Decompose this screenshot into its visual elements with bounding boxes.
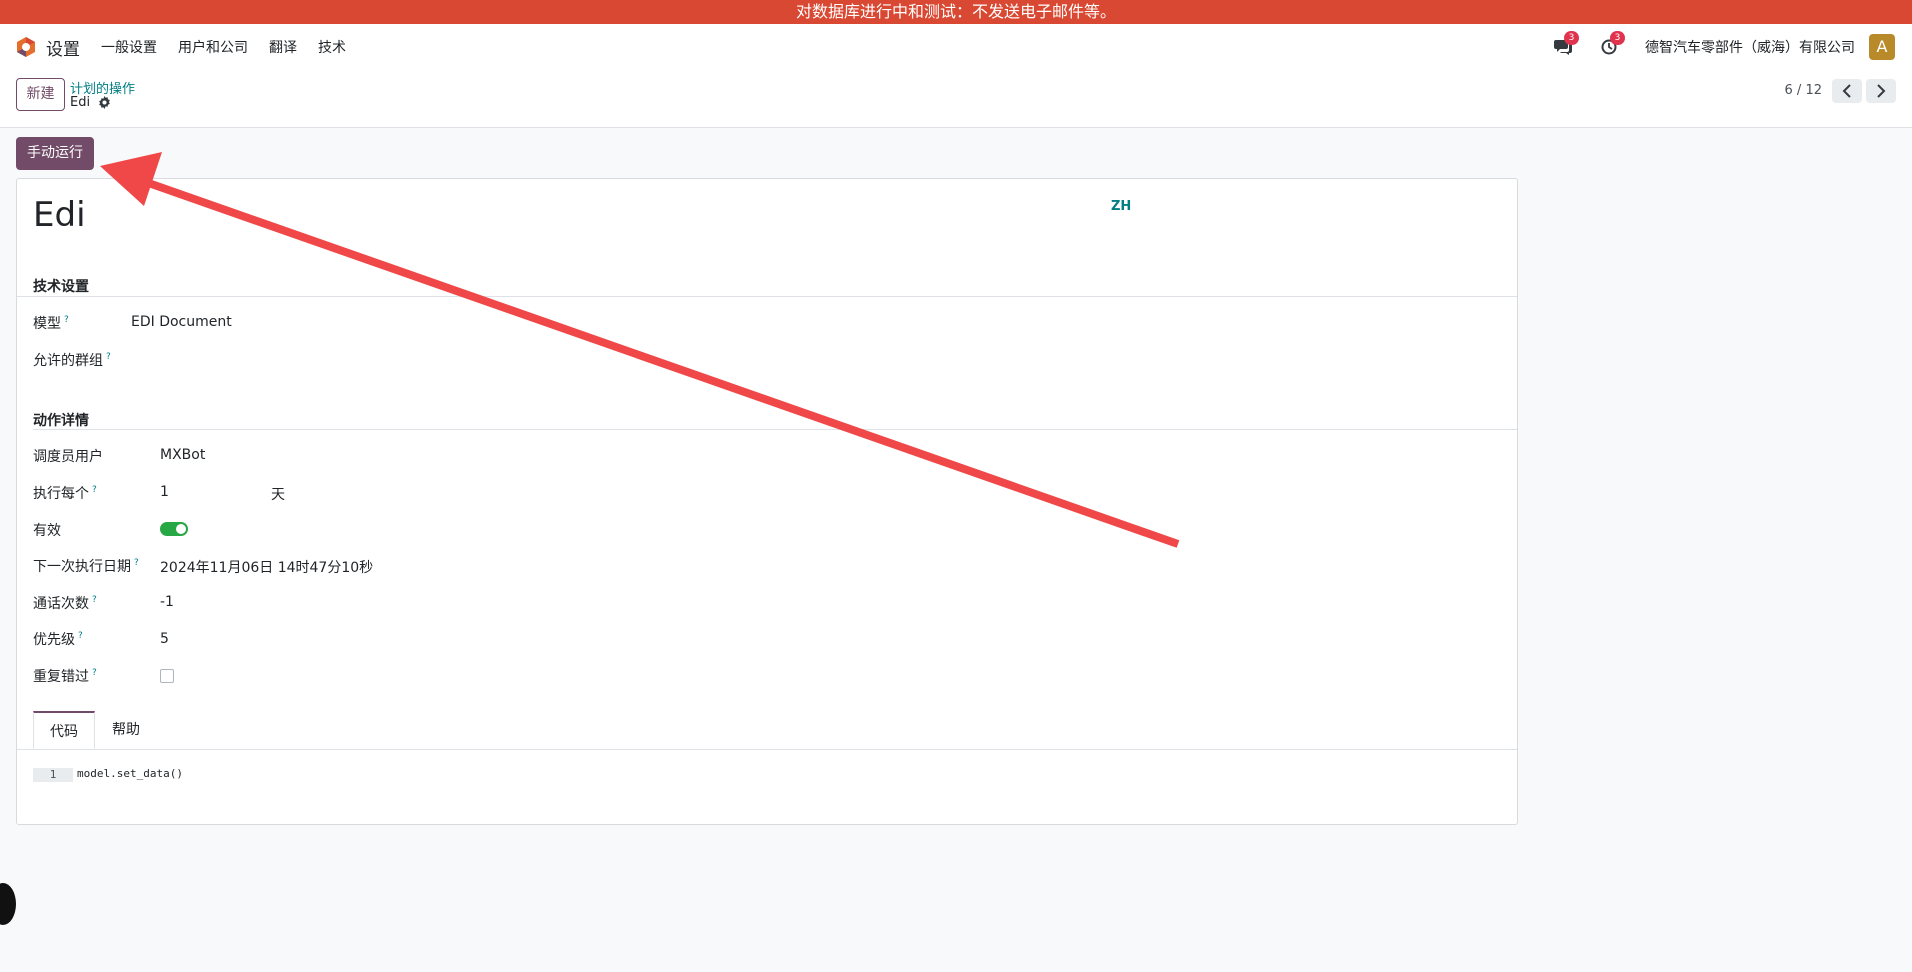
number-of-calls-label: 通话次数? [33,595,97,612]
priority-field[interactable]: 5 [160,631,169,647]
side-floating-button[interactable] [0,883,16,925]
tab-code[interactable]: 代码 [33,711,95,749]
pager-previous-button[interactable] [1832,79,1862,103]
navbar-systray: 3 3 德智汽车零部件（威海）有限公司 A [1553,24,1912,70]
chevron-left-icon [1842,84,1851,98]
next-execution-label: 下一次执行日期? [33,558,139,575]
section-divider [17,296,1517,297]
scheduler-user-field[interactable]: MXBot [160,447,205,463]
section-divider [33,429,1517,430]
company-switcher[interactable]: 德智汽车零部件（威海）有限公司 [1645,37,1855,57]
odoo-settings-logo-icon[interactable] [15,36,37,58]
help-tooltip-icon[interactable]: ? [78,631,83,641]
form-sheet: Edi ZH 技术设置 模型? EDI Document 允许的群组? 动作详情… [16,178,1518,825]
new-button[interactable]: 新建 [16,78,65,111]
test-database-banner: 对数据库进行中和测试：不发送电子邮件等。 [0,0,1912,24]
help-tooltip-icon[interactable]: ? [92,668,97,678]
code-line-number: 1 [33,768,73,782]
pager-next-button[interactable] [1866,79,1896,103]
run-manually-button[interactable]: 手动运行 [16,137,94,170]
breadcrumb-current-label: Edi [70,95,91,110]
messages-count-badge: 3 [1564,31,1579,45]
model-field[interactable]: EDI Document [131,314,232,330]
next-execution-field[interactable]: 2024年11月06日 14时47分10秒 [160,557,373,577]
user-avatar[interactable]: A [1869,34,1895,60]
number-of-calls-field[interactable]: -1 [160,594,174,610]
interval-number-field[interactable]: 1 [160,484,169,500]
repeat-missed-label: 重复错过? [33,668,97,685]
pager-value[interactable]: 6 / 12 [1785,83,1822,98]
menu-translations[interactable]: 翻译 [269,37,297,57]
messages-button[interactable]: 3 [1553,31,1579,57]
chevron-right-icon [1877,84,1886,98]
help-tooltip-icon[interactable]: ? [106,352,111,362]
active-label: 有效 [33,523,61,539]
section-technical-settings: 技术设置 [33,279,89,295]
help-tooltip-icon[interactable]: ? [134,558,139,568]
breadcrumb-current: Edi [70,95,111,110]
translation-language-button[interactable]: ZH [1111,199,1131,214]
top-navbar: 设置 一般设置 用户和公司 翻译 技术 3 3 德智汽车零部件（威海）有限公司 … [0,24,1912,70]
activities-count-badge: 3 [1610,31,1625,45]
tabs-divider [17,749,1517,750]
section-action-details: 动作详情 [33,413,89,429]
active-toggle[interactable] [160,522,188,536]
menu-users-companies[interactable]: 用户和公司 [178,37,248,57]
interval-label: 执行每个? [33,485,97,502]
help-tooltip-icon[interactable]: ? [92,485,97,495]
interval-unit-field[interactable]: 天 [271,484,285,504]
menu-technical[interactable]: 技术 [318,37,346,57]
help-tooltip-icon[interactable]: ? [64,315,69,325]
scheduler-user-label: 调度员用户 [33,449,103,465]
gear-icon[interactable] [98,96,111,109]
help-tooltip-icon[interactable]: ? [92,595,97,605]
control-panel: 新建 计划的操作 Edi 6 / 12 [0,70,1912,128]
model-label: 模型? [33,315,69,332]
activities-button[interactable]: 3 [1599,31,1625,57]
repeat-missed-checkbox[interactable] [160,669,174,683]
menu-general-settings[interactable]: 一般设置 [101,37,157,57]
app-name[interactable]: 设置 [46,35,80,60]
allowed-groups-label: 允许的群组? [33,352,111,369]
tab-help[interactable]: 帮助 [95,711,157,749]
code-editor[interactable]: model.set_data() [77,767,183,780]
priority-label: 优先级? [33,631,83,648]
record-name-field[interactable]: Edi [33,195,86,235]
